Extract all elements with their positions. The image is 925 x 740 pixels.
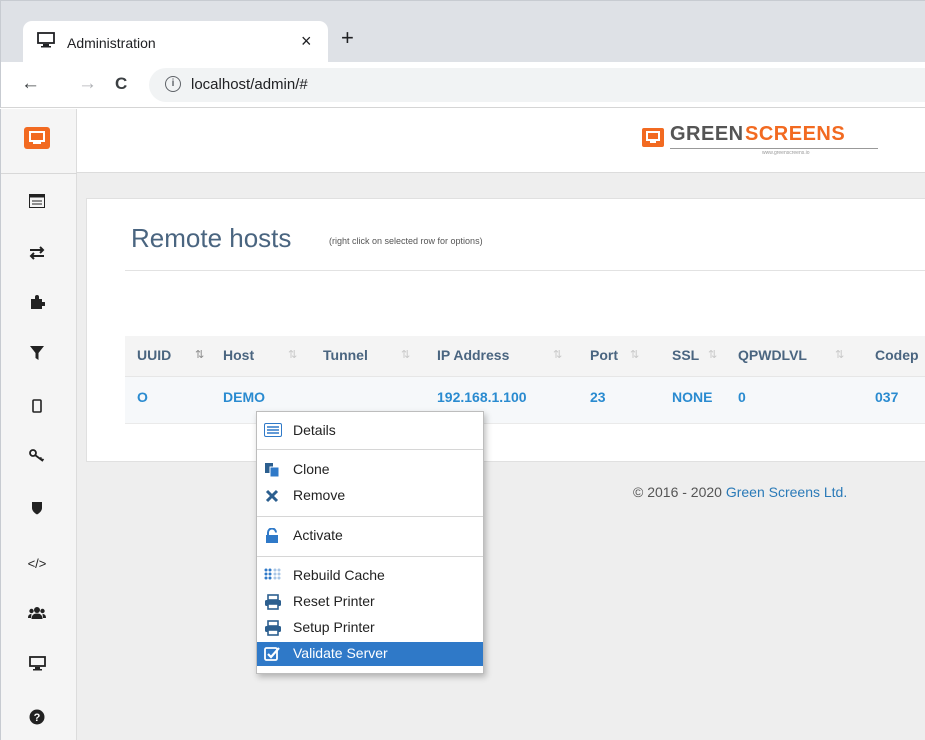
arrows-exchange-icon[interactable] [25,241,49,265]
context-menu: Details Clone Remove Activate Rebuild Ca… [256,411,484,674]
new-tab-button[interactable]: + [341,27,354,49]
column-header-codepage[interactable]: Codep [875,347,919,363]
address-bar[interactable]: i localhost/admin/# [149,68,925,102]
info-icon[interactable]: i [165,76,181,92]
menu-item-setup-printer[interactable]: Setup Printer [257,616,483,640]
table-icon[interactable] [25,189,49,213]
forward-button[interactable]: → [78,72,97,96]
menu-separator [257,449,483,450]
sidebar-divider [1,173,77,174]
browser-tab[interactable]: Administration × [23,21,328,63]
tab-bar: Administration × + [0,0,925,63]
menu-item-label: Rebuild Cache [293,567,385,583]
mobile-icon[interactable] [25,394,49,418]
printer-icon [264,594,281,610]
menu-item-label: Clone [293,461,330,477]
app-header: GREEN SCREENS www.greenscreens.io [77,109,925,173]
sort-icon[interactable]: ⇅ [401,348,410,361]
menu-item-label: Setup Printer [293,619,375,635]
shield-icon[interactable] [25,496,49,520]
monitor-favicon-icon [37,32,55,53]
menu-item-reset-printer[interactable]: Reset Printer [257,590,483,614]
sort-icon[interactable]: ⇅ [630,348,639,361]
menu-separator [257,516,483,517]
brand-tagline: www.greenscreens.io [762,150,810,156]
help-icon[interactable]: ? [25,705,49,729]
cell-ssl[interactable]: NONE [672,389,712,405]
filter-icon[interactable] [25,341,49,365]
table-row[interactable]: O DEMO 192.168.1.100 23 NONE 0 037 [125,377,925,424]
key-icon[interactable] [25,444,49,468]
browser-window: Administration × + ← → C i localhost/adm… [0,0,925,740]
svg-text:?: ? [34,712,41,724]
menu-separator [257,556,483,557]
menu-item-rebuild-cache[interactable]: Rebuild Cache [257,564,483,588]
menu-item-label: Details [293,422,336,438]
tab-title: Administration [67,35,156,51]
clone-icon [264,462,280,478]
menu-item-validate-server[interactable]: Validate Server [257,642,483,666]
column-header-port[interactable]: Port [590,347,618,363]
browser-toolbar: ← → C i localhost/admin/# [0,62,925,108]
sort-icon[interactable]: ⇅ [288,348,297,361]
menu-item-label: Remove [293,487,346,503]
page-title: Remote hosts [131,223,292,253]
menu-item-details[interactable]: Details [257,419,483,443]
brand-name-screens: SCREENS [745,123,846,145]
company-link[interactable]: Green Screens Ltd. [726,484,847,500]
sort-asc-icon[interactable]: ⇅ [195,348,204,361]
url-text[interactable]: localhost/admin/# [191,76,308,93]
reload-button[interactable]: C [115,72,127,96]
remove-x-icon [264,488,280,504]
cell-host[interactable]: DEMO [223,389,265,405]
brand-name-green: GREEN [670,123,744,145]
app-logo-icon[interactable] [24,127,50,149]
menu-item-activate[interactable]: Activate [257,524,483,548]
column-header-uuid[interactable]: UUID [137,347,171,363]
page-hint: (right click on selected row for options… [329,236,483,246]
sort-icon[interactable]: ⇅ [708,348,717,361]
title-divider [125,270,925,271]
back-button[interactable]: ← [21,72,40,96]
menu-item-label: Activate [293,527,343,543]
remote-hosts-panel: Remote hosts (right click on selected ro… [86,198,925,462]
users-icon[interactable] [25,601,49,625]
cell-port[interactable]: 23 [590,389,606,405]
sort-icon[interactable]: ⇅ [553,348,562,361]
printer-icon [264,620,281,636]
footer-copyright: © 2016 - 2020 Green Screens Ltd. [633,484,847,500]
table-header: UUID ⇅ Host ⇅ Tunnel ⇅ IP Address ⇅ Port… [125,336,925,377]
menu-item-label: Validate Server [293,645,388,661]
cell-ip-address[interactable]: 192.168.1.100 [437,389,527,405]
column-header-tunnel[interactable]: Tunnel [323,347,368,363]
copyright-text: © 2016 - 2020 [633,484,722,500]
cell-codepage[interactable]: 037 [875,389,898,405]
tab-close-icon[interactable]: × [301,31,312,51]
monitor-icon[interactable] [25,651,49,675]
cache-grid-icon [264,568,281,584]
cell-qpwdlvl[interactable]: 0 [738,389,746,405]
sidebar: </> ? [0,109,77,740]
brand-underline [670,148,878,149]
puzzle-icon[interactable] [25,290,49,314]
list-icon [264,423,282,439]
checkbox-checked-icon [264,646,280,662]
column-header-host[interactable]: Host [223,347,254,363]
column-header-qpwdlvl[interactable]: QPWDLVL [738,347,807,363]
menu-item-label: Reset Printer [293,593,375,609]
brand-monitor-icon [642,128,664,147]
cell-uuid[interactable]: O [137,389,148,405]
unlock-icon [264,527,280,544]
code-icon[interactable]: </> [25,551,49,575]
menu-item-clone[interactable]: Clone [257,458,483,482]
sort-icon[interactable]: ⇅ [835,348,844,361]
column-header-ssl[interactable]: SSL [672,347,699,363]
column-header-ip-address[interactable]: IP Address [437,347,509,363]
menu-item-remove[interactable]: Remove [257,484,483,508]
